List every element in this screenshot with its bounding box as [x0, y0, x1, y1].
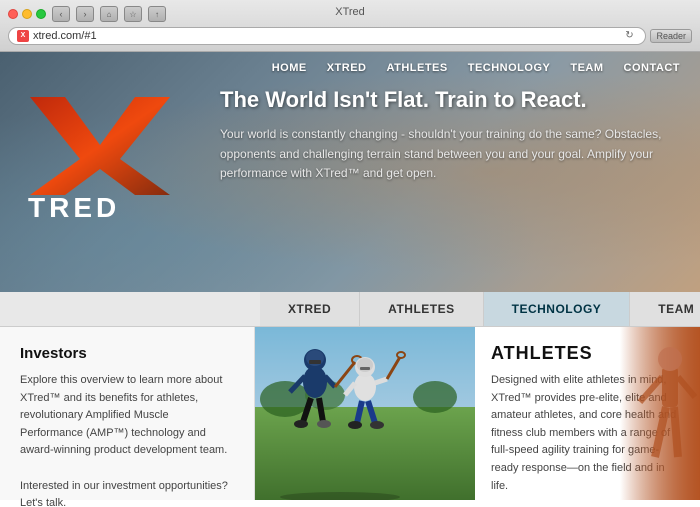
- athletes-section: ATHLETES Designed with elite athletes in…: [255, 327, 700, 500]
- nav-technology[interactable]: TECHNOLOGY: [468, 62, 551, 74]
- tab-bar: XTRED ATHLETES TECHNOLOGY TEAM: [0, 292, 700, 327]
- bookmarks-button[interactable]: ☆: [124, 6, 142, 22]
- reload-button[interactable]: ↻: [621, 28, 637, 44]
- hero-text: The World Isn't Flat. Train to React. Yo…: [220, 87, 670, 183]
- favicon: X: [17, 30, 29, 42]
- lacrosse-field-image: [255, 327, 475, 500]
- nav-contact[interactable]: CONTACT: [624, 62, 680, 74]
- home-button[interactable]: ⌂: [100, 6, 118, 22]
- xtred-logo: TRED: [20, 87, 180, 232]
- tab-athletes[interactable]: ATHLETES: [360, 292, 483, 326]
- sidebar-heading: Investors: [20, 345, 234, 362]
- hero-section: HOME XTRED ATHLETES TECHNOLOGY TEAM CONT…: [0, 52, 700, 292]
- url-text: xtred.com/#1: [33, 30, 617, 42]
- share-button[interactable]: ↑: [148, 6, 166, 22]
- svg-text:TRED: TRED: [28, 192, 120, 223]
- forward-button[interactable]: ›: [76, 6, 94, 22]
- runner-overlay: [620, 327, 700, 500]
- sidebar-body: Explore this overview to learn more abou…: [20, 372, 234, 507]
- tab-xtred[interactable]: XTRED: [260, 292, 360, 326]
- browser-chrome: ‹ › ⌂ ☆ ↑ XTred X xtred.com/#1 ↻ Reader: [0, 0, 700, 52]
- minimize-button[interactable]: [22, 9, 32, 19]
- tab-technology[interactable]: TECHNOLOGY: [484, 292, 631, 326]
- back-button[interactable]: ‹: [52, 6, 70, 22]
- tab-team[interactable]: TEAM: [630, 292, 700, 326]
- site-navigation: HOME XTRED ATHLETES TECHNOLOGY TEAM CONT…: [252, 52, 700, 84]
- nav-xtred[interactable]: XTRED: [327, 62, 367, 74]
- nav-home[interactable]: HOME: [272, 62, 307, 74]
- site-wrapper: HOME XTRED ATHLETES TECHNOLOGY TEAM CONT…: [0, 52, 700, 507]
- traffic-lights: [8, 9, 46, 19]
- nav-athletes[interactable]: ATHLETES: [386, 62, 447, 74]
- athletes-photo: [255, 327, 475, 500]
- address-bar[interactable]: X xtred.com/#1 ↻: [8, 27, 646, 45]
- window-title: XTred: [335, 6, 365, 18]
- maximize-button[interactable]: [36, 9, 46, 19]
- close-button[interactable]: [8, 9, 18, 19]
- nav-team[interactable]: TEAM: [570, 62, 603, 74]
- sidebar: Investors Explore this overview to learn…: [0, 327, 255, 500]
- hero-body: Your world is constantly changing - shou…: [220, 125, 670, 183]
- main-content: Investors Explore this overview to learn…: [0, 327, 700, 500]
- hero-headline: The World Isn't Flat. Train to React.: [220, 87, 670, 113]
- reader-button[interactable]: Reader: [650, 29, 692, 43]
